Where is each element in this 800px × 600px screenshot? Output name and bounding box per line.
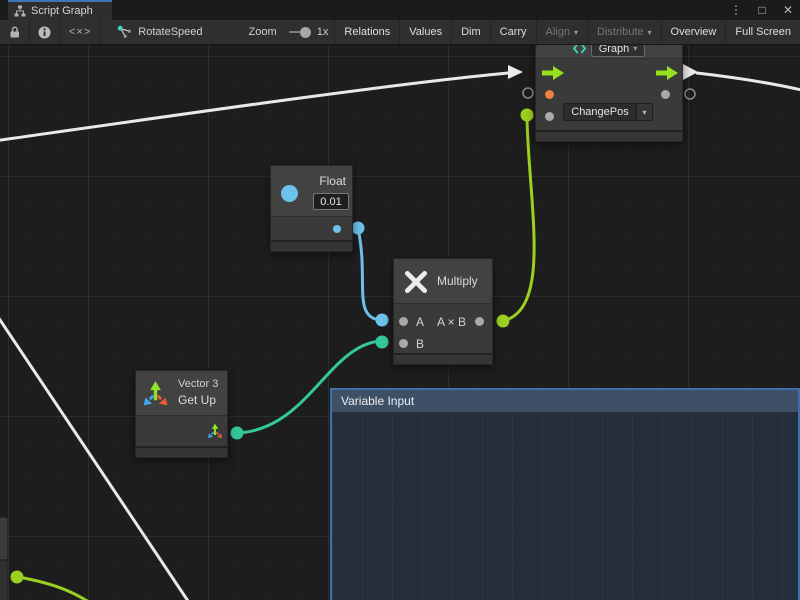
fullscreen-button[interactable]: Full Screen	[726, 20, 800, 44]
node-graph-footer	[536, 130, 682, 141]
port-dot-lime	[521, 109, 534, 122]
float-title: Float	[319, 174, 346, 188]
zoom-slider-handle[interactable]	[300, 27, 311, 38]
graph-canvas[interactable]: Variable Input	[0, 45, 800, 600]
close-icon[interactable]: ✕	[780, 0, 796, 20]
wire-lime	[503, 119, 534, 321]
float-type-icon	[281, 185, 298, 202]
multiply-result-port[interactable]	[475, 317, 484, 326]
wire-white-out	[697, 73, 800, 91]
port-ring-right	[685, 89, 695, 99]
port-dot-blue-out	[352, 222, 365, 235]
node-graph[interactable]: Graph ▾ ChangePos ▾	[535, 45, 683, 142]
vector-op-label: Get Up	[178, 393, 216, 407]
variable-input-body[interactable]	[332, 412, 798, 600]
flow-input-port[interactable]	[542, 66, 564, 80]
zoom-level: 1x	[311, 20, 336, 44]
graph-breadcrumb[interactable]: RotateSpeed	[109, 20, 210, 44]
multiply-b-port[interactable]	[399, 339, 408, 348]
node-float-header[interactable]: Float 0.01	[271, 166, 352, 217]
wire-arrowhead-out	[683, 64, 698, 80]
float-value-input[interactable]: 0.01	[313, 193, 349, 210]
node-multiply-header[interactable]: Multiply	[394, 259, 492, 304]
node-offscreen-left-body[interactable]	[0, 560, 8, 600]
carry-button[interactable]: Carry	[491, 20, 537, 44]
flow-output-port[interactable]	[656, 66, 678, 80]
port-ring-left	[523, 88, 533, 98]
maximize-icon[interactable]: □	[754, 0, 770, 20]
port-dot-lime-out	[497, 315, 510, 328]
info-button[interactable]	[30, 20, 60, 44]
lock-icon	[8, 25, 21, 39]
chevron-down-icon: ▾	[574, 28, 578, 37]
wire-arrowhead-in	[508, 65, 523, 79]
changepos-dropdown[interactable]: ChangePos ▾	[563, 103, 653, 121]
zoom-slider[interactable]	[289, 31, 307, 33]
float-output-port[interactable]	[333, 225, 341, 233]
lock-button[interactable]	[0, 20, 30, 44]
variable-input-header[interactable]: Variable Input	[332, 390, 798, 412]
script-graph-window: Script Graph ⋮ □ ✕	[0, 0, 800, 600]
tab-script-graph[interactable]: Script Graph	[8, 0, 112, 20]
distribute-button[interactable]: Distribute ▾	[588, 20, 661, 44]
graph-hierarchy-icon	[14, 5, 26, 17]
node-vector-header[interactable]: Vector 3 Get Up	[136, 371, 227, 416]
chevron-down-icon: ▾	[648, 28, 652, 37]
graph-unit-icon	[573, 45, 586, 54]
multiply-a-port[interactable]	[399, 317, 408, 326]
zoom-label: Zoom	[241, 20, 285, 44]
vector-type-label: Vector 3	[178, 378, 218, 390]
window-controls: ⋮ □ ✕	[728, 0, 796, 20]
multiply-a-label: A	[416, 315, 424, 329]
vector3-icon	[142, 380, 169, 407]
value-input-port-orange[interactable]	[545, 90, 554, 99]
dim-button[interactable]: Dim	[452, 20, 491, 44]
values-button[interactable]: Values	[400, 20, 452, 44]
node-offscreen-left[interactable]	[0, 517, 8, 560]
toolbar: <×> RotateSpeed Zoom 1x Relations Values…	[0, 20, 800, 45]
code-icon: <×>	[69, 26, 91, 38]
node-vector3-getup[interactable]: Vector 3 Get Up	[135, 370, 228, 458]
variable-input-title: Variable Input	[341, 394, 414, 408]
value-output-port[interactable]	[661, 90, 670, 99]
port-dot-teal-in	[376, 336, 389, 349]
relations-button[interactable]: Relations	[335, 20, 400, 44]
port-dot-teal-out	[231, 427, 244, 440]
variable-input-panel[interactable]: Variable Input	[330, 388, 800, 600]
tab-label: Script Graph	[31, 5, 93, 17]
port-dot-lime-left	[11, 571, 24, 584]
multiply-result-label: A × B	[437, 315, 466, 329]
node-float[interactable]: Float 0.01	[270, 165, 353, 252]
chevron-down-icon: ▾	[633, 45, 637, 53]
node-multiply-footer	[394, 353, 492, 364]
chevron-down-icon[interactable]: ▾	[637, 103, 653, 121]
node-multiply[interactable]: Multiply A A × B B	[393, 258, 493, 365]
graph-selector[interactable]: Graph ▾	[591, 45, 646, 57]
multiply-icon	[403, 269, 429, 295]
wire-blue	[358, 229, 380, 320]
graph-name-label: RotateSpeed	[138, 26, 202, 38]
value-input-port-gray[interactable]	[545, 112, 554, 121]
code-view-button[interactable]: <×>	[60, 20, 101, 44]
info-icon	[38, 26, 51, 39]
node-graph-header[interactable]: Graph ▾	[536, 45, 682, 59]
titlebar: Script Graph ⋮ □ ✕	[0, 0, 800, 20]
wire-lime-bottom	[18, 577, 98, 600]
multiply-b-label: B	[416, 337, 424, 351]
kebab-menu-icon[interactable]: ⋮	[728, 0, 744, 20]
multiply-title: Multiply	[437, 274, 478, 288]
node-vector-footer	[136, 446, 227, 457]
overview-button[interactable]: Overview	[662, 20, 727, 44]
align-button[interactable]: Align ▾	[537, 20, 588, 44]
graph-node-icon	[117, 25, 132, 39]
wire-white-in	[0, 73, 508, 141]
port-dot-blue-in	[376, 314, 389, 327]
vector3-output-port[interactable]	[207, 423, 223, 439]
node-float-footer	[271, 240, 352, 251]
